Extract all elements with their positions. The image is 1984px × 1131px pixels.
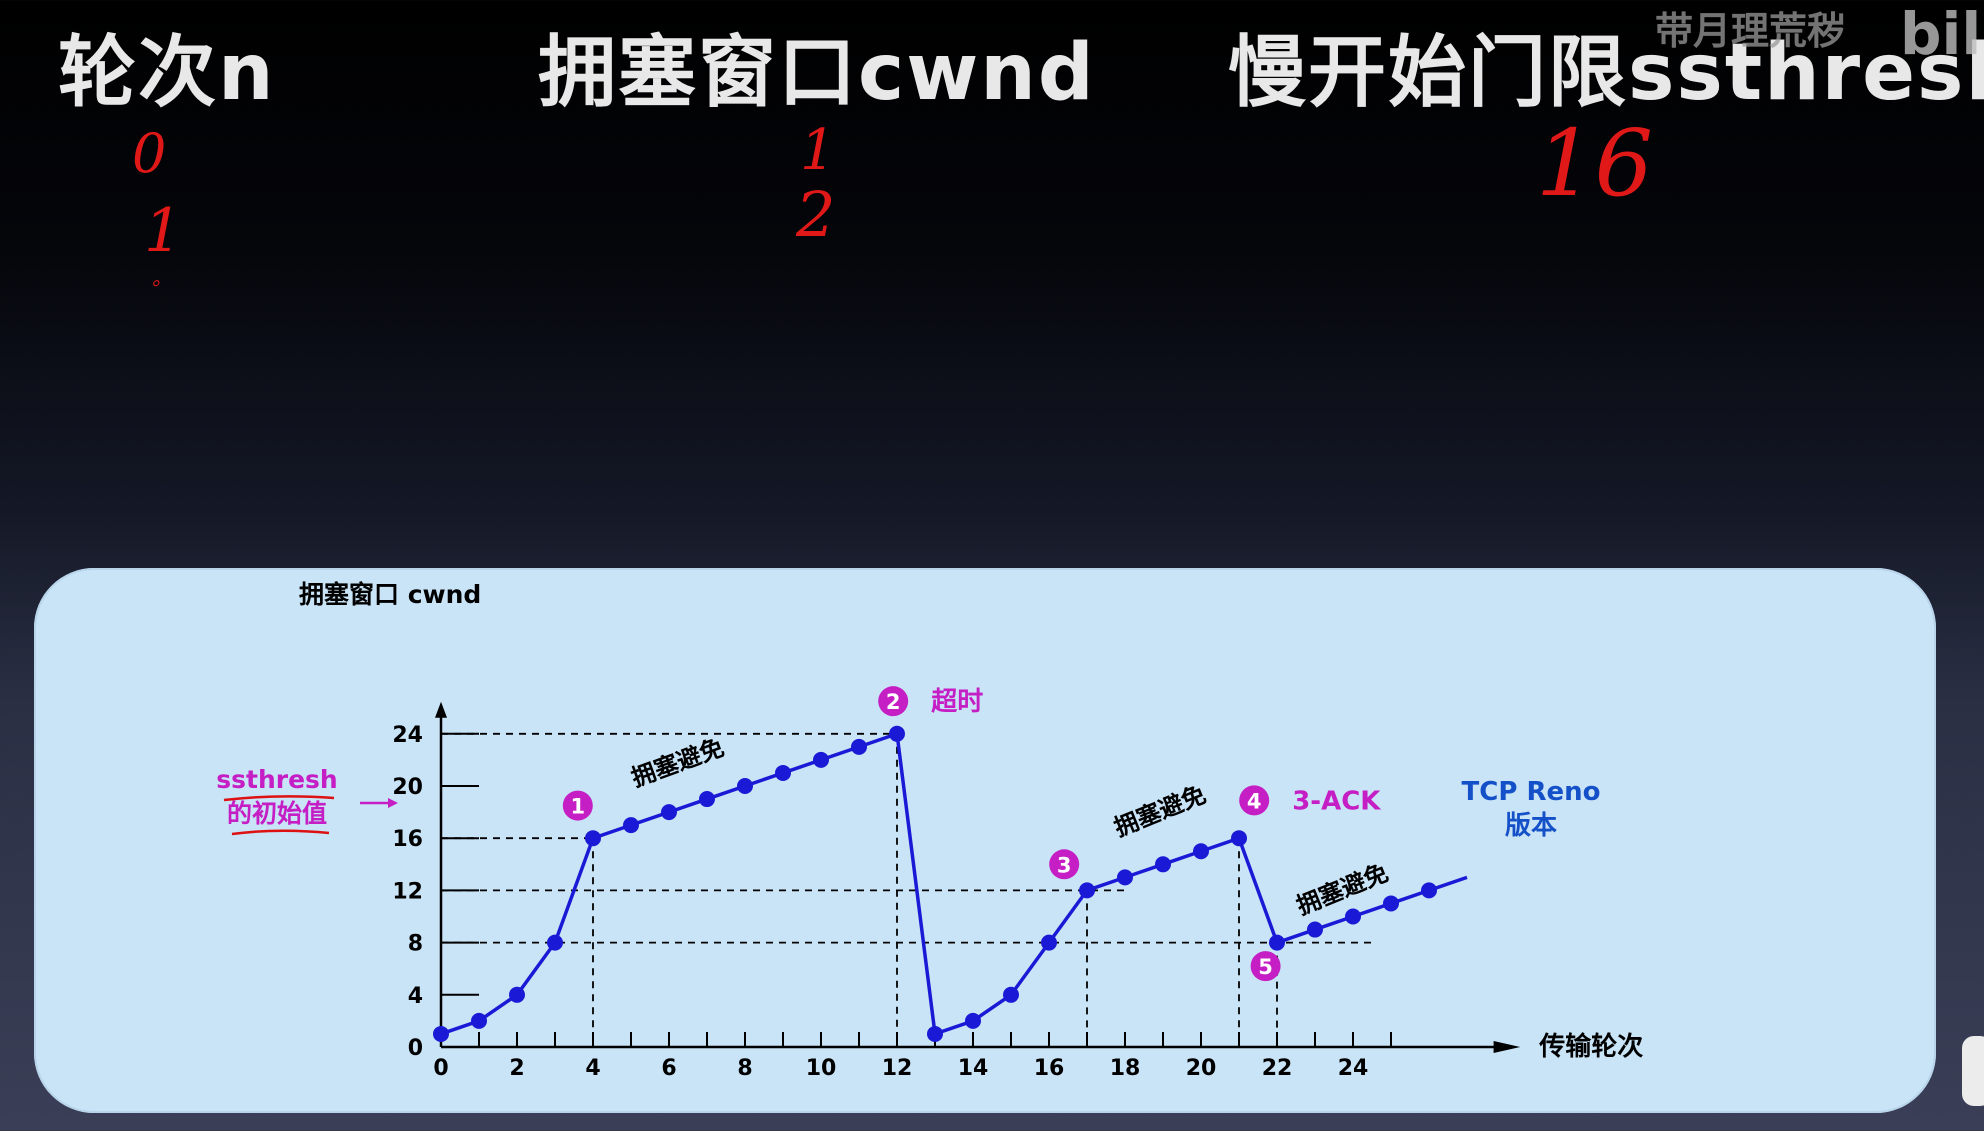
cwnd-point — [1041, 934, 1057, 951]
cwnd-point — [1079, 882, 1095, 899]
y-axis-label: 拥塞窗口 cwnd — [299, 580, 481, 609]
cwnd-point — [547, 934, 563, 951]
cwnd-point — [1003, 986, 1019, 1003]
phase-label: 拥塞避免 — [1110, 780, 1209, 842]
hw-cwnd-1: 1 — [800, 118, 836, 183]
x-tick-label: 4 — [585, 1056, 600, 1081]
cwnd-point — [509, 986, 525, 1003]
cwnd-point — [1117, 869, 1133, 886]
reno-label-line2: 版本 — [1504, 811, 1557, 841]
cwnd-point — [889, 725, 905, 742]
watermark-text: 带月理荒秽 — [1655, 9, 1846, 53]
marker-label: 3-ACK — [1292, 786, 1381, 816]
cwnd-point — [623, 817, 639, 834]
y-tick-label: 4 — [408, 984, 423, 1009]
header-ssthresh: 慢开始门限ssthresh — [1228, 28, 1984, 118]
x-tick-label: 12 — [882, 1056, 913, 1081]
x-tick-label: 2 — [509, 1056, 524, 1081]
cwnd-point — [1155, 856, 1171, 873]
cwnd-point — [737, 778, 753, 794]
cwnd-point — [851, 738, 867, 755]
y-tick-label: 16 — [392, 827, 423, 852]
x-axis-label: 传输轮次 — [1538, 1031, 1643, 1062]
hw-round-dot: 。 — [152, 266, 172, 290]
cwnd-point — [1193, 843, 1209, 860]
cwnd-point — [1421, 882, 1437, 899]
header-round: 轮次n — [58, 28, 276, 118]
cwnd-point — [965, 1012, 981, 1029]
cwnd-point — [775, 764, 791, 781]
cwnd-point — [927, 1025, 943, 1042]
x-tick-label: 6 — [661, 1056, 676, 1081]
cwnd-point — [661, 804, 677, 821]
x-tick-label: 14 — [958, 1056, 989, 1081]
cwnd-point — [433, 1025, 449, 1042]
x-tick-label: 20 — [1186, 1056, 1217, 1081]
x-tick-label: 24 — [1338, 1056, 1369, 1081]
cwnd-chart: 048121620240 2 4 6 8 10 12 14 16 18 20 22 24拥塞窗口 cwn… — [216, 580, 1643, 1081]
x-tick-label: 18 — [1110, 1056, 1141, 1081]
cwnd-line — [440, 731, 1468, 1037]
bilibili-logo-icon: bili — [1900, 0, 1984, 68]
y-axis-arrow — [435, 701, 447, 718]
header-cwnd: 拥塞窗口cwnd — [538, 28, 1096, 118]
hw-round-0: 0 — [132, 122, 167, 185]
marker-number: 1 — [570, 795, 585, 819]
chart-panel: 0 4 8 12 16 20 24 0 2 4 6 8 10 12 14 16 18 20 22 24 拥塞窗口 cwn… — [34, 568, 1936, 1113]
marker-label: 超时 — [931, 687, 983, 717]
marker-number: 2 — [886, 690, 901, 714]
reno-label-line1: TCP Reno — [1462, 777, 1601, 807]
phase-label: 拥塞避免 — [628, 733, 728, 792]
x-tick-label: 22 — [1262, 1056, 1293, 1081]
marker-number: 3 — [1057, 853, 1072, 877]
x-tick-label: 8 — [737, 1056, 752, 1081]
cwnd-point — [1269, 934, 1285, 951]
hw-underline-2 — [231, 829, 330, 836]
cwnd-point — [1345, 908, 1361, 925]
x-tick-label: 16 — [1034, 1056, 1065, 1081]
cwnd-point — [699, 791, 715, 808]
y-tick-label: 8 — [408, 932, 423, 957]
cwnd-point — [585, 830, 601, 847]
y-tick-label: 12 — [392, 879, 423, 904]
ssthresh-annotation-line2: 的初始值 — [227, 799, 327, 828]
cwnd-point — [471, 1012, 487, 1029]
hw-ssthresh-16: 16 — [1536, 110, 1654, 217]
y-tick-label: 20 — [392, 775, 423, 800]
cwnd-point — [813, 751, 829, 768]
marker-number: 4 — [1247, 789, 1262, 813]
marker-number: 5 — [1258, 955, 1273, 979]
phase-label: 拥塞避免 — [1293, 859, 1392, 921]
y-tick-label: 24 — [392, 723, 423, 748]
edge-handle[interactable] — [1962, 1036, 1984, 1106]
cwnd-point — [1383, 895, 1399, 912]
cwnd-point — [1231, 830, 1247, 847]
cwnd-point — [1307, 921, 1323, 938]
x-tick-label: 10 — [806, 1056, 837, 1081]
x-axis-arrow — [1493, 1041, 1521, 1053]
y-tick-label: 0 — [408, 1036, 423, 1061]
ssthresh-annotation-line1: ssthresh — [216, 765, 337, 794]
x-tick-label: 0 — [433, 1056, 448, 1081]
hw-round-1: 1 — [144, 196, 183, 266]
hw-cwnd-2: 2 — [796, 178, 836, 251]
